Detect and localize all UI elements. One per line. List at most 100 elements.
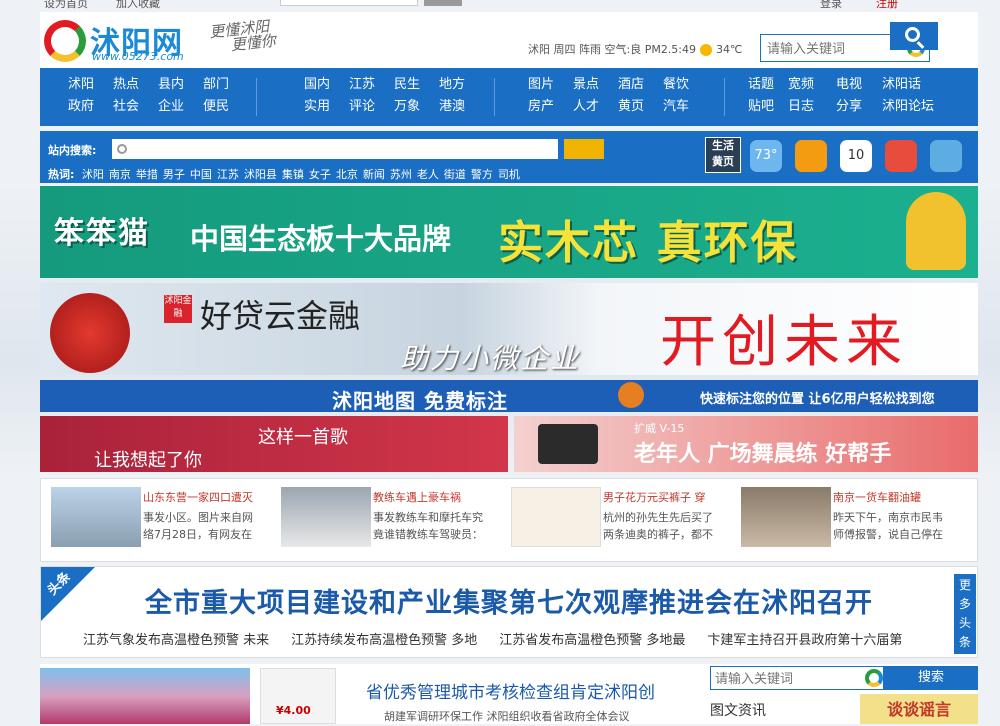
headline-title[interactable]: 全市重大项目建设和产业集聚第七次观摩推进会在沭阳召开 [145, 581, 873, 620]
hot-word[interactable]: 女子 [309, 168, 331, 181]
nav-item[interactable]: 人才 [573, 99, 618, 115]
hot-word[interactable]: 老人 [417, 168, 439, 181]
ad-banner-finance[interactable]: 沭阳金融 好贷云金融 助力小微企业 开创未来 [40, 283, 978, 375]
news-title[interactable]: 教练车遇上豪车祸 [373, 489, 495, 505]
bottom-search-button[interactable]: 搜索 [884, 666, 978, 690]
news-thumbnail[interactable] [511, 487, 601, 547]
nav-item[interactable]: 沭阳 [68, 77, 113, 93]
nav-item[interactable]: 政府 [68, 99, 113, 115]
rumor-banner[interactable]: 谈谈谣言 [860, 694, 978, 724]
section-title-tuwen[interactable]: 图文资讯 [710, 700, 766, 720]
nav-item[interactable]: 贴吧 [748, 99, 788, 115]
news-strip: 山东东营一家四口遭灭 事发小区。图片来自网络7月28日，有网友在 教练车遇上豪车… [40, 478, 978, 562]
nav-item[interactable]: 县内 [158, 77, 203, 93]
nav-item[interactable]: 宽频 [788, 77, 836, 93]
hot-word[interactable]: 苏州 [390, 168, 412, 181]
hot-word[interactable]: 北京 [336, 168, 358, 181]
ad-banner-radio[interactable]: 扩威 V-15 老年人 广场舞晨练 好帮手 [514, 416, 978, 472]
map-pin-icon[interactable] [795, 140, 827, 172]
ad-banner-song[interactable]: 这样一首歌 让我想起了你 [40, 416, 508, 472]
bottom-news-desc[interactable]: 胡建军调研环保工作 沭阳组织收看省政府全体会议 [384, 708, 630, 724]
hot-word[interactable]: 中国 [190, 168, 212, 181]
news-item[interactable]: 教练车遇上豪车祸 事发教练车和摩托车究竟谁错教练车驾驶员：我 [271, 487, 496, 553]
news-title[interactable]: 山东东营一家四口遭灭 [143, 489, 265, 505]
nav-item[interactable]: 话题 [748, 77, 788, 93]
notes-icon[interactable] [885, 140, 917, 172]
top-search-box[interactable] [280, 0, 418, 6]
yellow-page-button[interactable]: 生活 黄页 [705, 137, 741, 173]
nav-item[interactable]: 分享 [836, 99, 882, 115]
headline-link[interactable]: 江苏省发布高温橙色预警 多地最 [499, 633, 685, 648]
hot-word[interactable]: 江苏 [217, 168, 239, 181]
register-link[interactable]: 注册 [876, 0, 898, 11]
hot-word[interactable]: 司机 [498, 168, 520, 181]
nav-item[interactable]: 酒店 [618, 77, 663, 93]
bottom-news-title[interactable]: 省优秀管理城市考核检查组肯定沭阳创 [366, 678, 655, 703]
news-title[interactable]: 男子花万元买裤子 穿 [603, 489, 725, 505]
hot-word[interactable]: 男子 [163, 168, 185, 181]
flower-photo[interactable] [40, 668, 250, 724]
ad-banner-map[interactable]: 沭阳地图 免费标注 快速标注您的位置 让6亿用户轻松找到您 [40, 380, 978, 412]
nav-item[interactable]: 房产 [528, 99, 573, 115]
hot-word[interactable]: 沭阳 [82, 168, 104, 181]
nav-item[interactable]: 景点 [573, 77, 618, 93]
hot-word[interactable]: 集镇 [282, 168, 304, 181]
search-icon [117, 144, 127, 154]
news-thumbnail[interactable] [281, 487, 371, 547]
favorite-link[interactable]: 加入收藏 [116, 0, 160, 11]
drum-icon [50, 293, 130, 373]
headline-link[interactable]: 江苏持续发布高温橙色预警 多地 [291, 633, 477, 648]
nav-item[interactable]: 便民 [203, 99, 248, 115]
header-search-input[interactable] [761, 35, 901, 61]
news-item[interactable]: 山东东营一家四口遭灭 事发小区。图片来自网络7月28日，有网友在 [41, 487, 266, 553]
site-search-input[interactable] [112, 139, 558, 159]
nav-item[interactable]: 电视 [836, 77, 882, 93]
hot-word[interactable]: 南京 [109, 168, 131, 181]
news-item[interactable]: 南京一货车翻油罐 昨天下午，南京市民韦师傅报警，说自己停在浦 [731, 487, 956, 553]
nav-item[interactable]: 评论 [349, 99, 394, 115]
more-headlines-button[interactable]: 更多头条 [954, 574, 976, 654]
nav-item[interactable]: 国内 [304, 77, 349, 93]
nav-item[interactable]: 汽车 [663, 99, 708, 115]
tools-icon[interactable] [930, 140, 962, 172]
header-search-button[interactable] [890, 22, 938, 50]
news-thumbnail[interactable] [51, 487, 141, 547]
ad-banner-benbenmao[interactable]: 笨笨猫 中国生态板十大品牌 实木芯 真环保 [40, 186, 978, 278]
headline-link[interactable]: 卞建军主持召开县政府第十六届第 [707, 633, 902, 648]
login-link[interactable]: 登录 [820, 0, 842, 11]
news-title[interactable]: 南京一货车翻油罐 [833, 489, 955, 505]
hot-word[interactable]: 警方 [471, 168, 493, 181]
hot-word[interactable]: 沭阳县 [244, 168, 277, 181]
nav-item[interactable]: 部门 [203, 77, 248, 93]
nav-item[interactable]: 民生 [394, 77, 439, 93]
nav-item[interactable]: 沭阳话 [882, 77, 942, 93]
nav-item[interactable]: 港澳 [439, 99, 484, 115]
nav-item[interactable]: 实用 [304, 99, 349, 115]
nav-item[interactable]: 企业 [158, 99, 203, 115]
nav-item[interactable]: 热点 [113, 77, 158, 93]
site-search-button[interactable] [564, 139, 604, 159]
hot-word[interactable]: 举措 [136, 168, 158, 181]
nav-item[interactable]: 万象 [394, 99, 439, 115]
nav-item[interactable]: 地方 [439, 77, 484, 93]
news-thumbnail[interactable] [741, 487, 831, 547]
nav-item[interactable]: 沭阳论坛 [882, 99, 942, 115]
logo-url: www.05273.com [92, 50, 184, 63]
nav-item[interactable]: 江苏 [349, 77, 394, 93]
nav-item[interactable]: 社会 [113, 99, 158, 115]
hot-word[interactable]: 新闻 [363, 168, 385, 181]
calendar-icon[interactable]: 10 [840, 140, 872, 172]
bottom-search-input[interactable] [711, 667, 861, 689]
headline-link[interactable]: 江苏气象发布高温橙色预警 未来 [83, 633, 269, 648]
hot-word[interactable]: 街道 [444, 168, 466, 181]
nav-item[interactable]: 黄页 [618, 99, 663, 115]
logo-icon[interactable] [44, 20, 86, 62]
top-search-button[interactable] [424, 0, 462, 6]
nav-item[interactable]: 餐饮 [663, 77, 708, 93]
nav-item[interactable]: 日志 [788, 99, 836, 115]
nav-item[interactable]: 图片 [528, 77, 573, 93]
banner-text: 好贷云金融 [200, 297, 361, 335]
weather-app-icon[interactable]: 73° [750, 140, 782, 172]
news-item[interactable]: 男子花万元买裤子 穿 杭州的孙先生先后买了两条迪奥的裤子，都不便 [501, 487, 726, 553]
set-home-link[interactable]: 设为首页 [44, 0, 88, 11]
